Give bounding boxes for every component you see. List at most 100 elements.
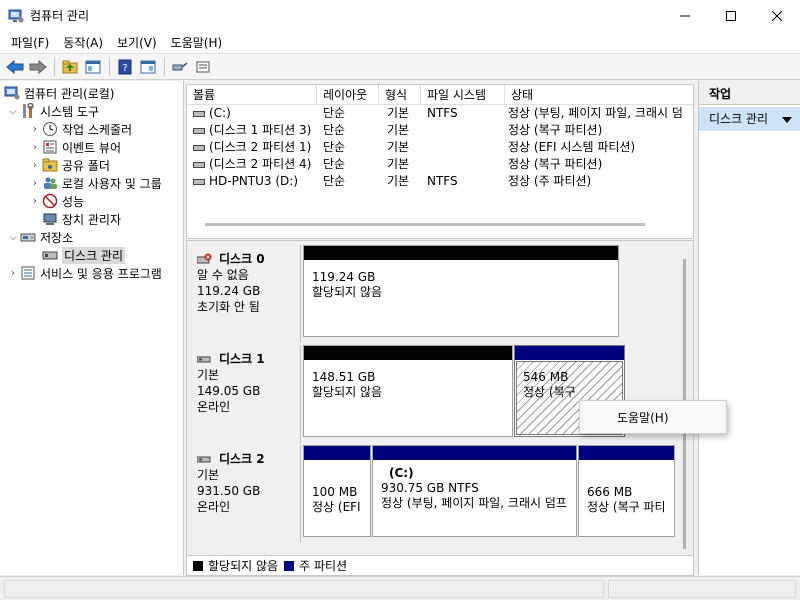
- chevron-right-icon[interactable]: ›: [28, 196, 42, 207]
- up-level-button[interactable]: [59, 56, 81, 78]
- partition-size: 930.75 GB NTFS: [381, 481, 479, 495]
- type-cell: 기본: [387, 174, 410, 188]
- chevron-right-icon[interactable]: ›: [28, 124, 42, 135]
- volume-name-cell: (C:): [193, 105, 317, 122]
- partition-unallocated[interactable]: 148.51 GB 할당되지 않음: [303, 345, 513, 437]
- tree-item-device-manager[interactable]: 장치 관리자: [42, 210, 121, 228]
- tree-item-performance[interactable]: › 성능: [28, 192, 84, 210]
- properties-button[interactable]: [192, 56, 214, 78]
- layout-cell: 단순: [323, 123, 346, 137]
- forward-arrow-icon: [29, 59, 47, 74]
- legend-label: 할당되지 않음: [208, 559, 279, 573]
- chevron-right-icon[interactable]: ›: [6, 268, 20, 279]
- table-row[interactable]: (C:) 단순 기본 NTFS 정상 (부팅, 페이지 파일, 크래시 덤: [187, 105, 693, 122]
- tree-item-label: 장치 관리자: [62, 212, 122, 227]
- tree-item-system-tools[interactable]: ⌵ 시스템 도구: [6, 102, 99, 120]
- users-icon: [42, 175, 58, 191]
- volume-name-cell: (디스크 2 파티션 4): [193, 156, 317, 173]
- partition-body: (C:) 930.75 GB NTFS 정상 (부팅, 페이지 파일, 크래시 …: [375, 462, 574, 534]
- table-row[interactable]: (디스크 2 파티션 4) 단순 기본 정상 (복구 파티션): [187, 156, 693, 173]
- device-manager-icon: [42, 211, 58, 227]
- table-row[interactable]: HD-PNTU3 (D:) 단순 기본 NTFS 정상 (주 파티션): [187, 173, 693, 190]
- connect-button[interactable]: [169, 56, 191, 78]
- disk-icon: [197, 453, 213, 465]
- chevron-right-icon[interactable]: ›: [28, 160, 42, 171]
- event-viewer-icon: [42, 139, 58, 155]
- tree-item-root[interactable]: 컴퓨터 관리(로컬): [4, 84, 114, 102]
- partition-recovery[interactable]: 666 MB 정상 (복구 파티: [578, 445, 675, 537]
- partition-body: 100 MB 정상 (EFI: [306, 462, 368, 534]
- tree-item-local-users[interactable]: › 로컬 사용자 및 그룹: [28, 174, 162, 192]
- partition-status: 할당되지 않음: [312, 385, 383, 399]
- menu-help[interactable]: 도움말(H): [164, 32, 230, 53]
- minimize-button[interactable]: [662, 0, 708, 31]
- folder-up-icon: [62, 60, 78, 73]
- minimize-icon: [680, 15, 690, 16]
- chevron-right-icon[interactable]: ›: [28, 142, 42, 153]
- maximize-button[interactable]: [708, 0, 754, 31]
- disk-row-2[interactable]: 디스크 2 기본 931.50 GB 온라인 100 MB 정상 (EFI (C…: [187, 445, 679, 543]
- tree-item-disk-management[interactable]: 디스크 관리: [42, 246, 126, 264]
- title-bar: 컴퓨터 관리: [0, 0, 800, 31]
- column-header-volume[interactable]: 볼륨: [187, 85, 317, 105]
- column-header-layout[interactable]: 레이아웃: [317, 85, 379, 105]
- disk-name: 디스크 1: [197, 351, 300, 367]
- horizontal-scrollbar[interactable]: [205, 223, 645, 226]
- volume-name: (디스크 2 파티션 4): [209, 157, 312, 171]
- disk-row-0[interactable]: 디스크 0 알 수 없음 119.24 GB 초기화 안 됨 119.24 GB…: [187, 245, 679, 343]
- partition-status: 정상 (EFI: [312, 500, 361, 514]
- partition-status: 할당되지 않음: [312, 285, 383, 299]
- status-segment: [4, 580, 604, 598]
- action-disk-management[interactable]: 디스크 관리: [699, 107, 800, 131]
- disk-label[interactable]: 디스크 2 기본 931.50 GB 온라인: [187, 445, 301, 543]
- volume-name: HD-PNTU3 (D:): [209, 174, 299, 188]
- primary-partition-bar: [373, 446, 576, 460]
- menu-view[interactable]: 보기(V): [110, 32, 164, 53]
- disk-error-icon: [197, 253, 213, 265]
- tree-item-task-scheduler[interactable]: › 작업 스케줄러: [28, 120, 132, 138]
- column-header-type[interactable]: 형식: [379, 85, 421, 105]
- clock-icon: [42, 121, 58, 137]
- close-button[interactable]: [754, 0, 800, 31]
- partition-unallocated[interactable]: 119.24 GB 할당되지 않음: [303, 245, 619, 337]
- navigation-tree: 컴퓨터 관리(로컬) ⌵ 시스템 도구 › 작업 스케줄러 › 이벤트 뷰어 ›…: [0, 81, 184, 575]
- disk-management-icon: [42, 247, 58, 263]
- show-hide-tree-button[interactable]: [82, 56, 104, 78]
- chevron-right-icon[interactable]: ›: [28, 178, 42, 189]
- layout-cell: 단순: [323, 140, 346, 154]
- toolbar-separator: [109, 57, 110, 76]
- partition-c-drive[interactable]: (C:) 930.75 GB NTFS 정상 (부팅, 페이지 파일, 크래시 …: [372, 445, 577, 537]
- table-row[interactable]: (디스크 2 파티션 1) 단순 기본 정상 (EFI 시스템 파티션): [187, 139, 693, 156]
- tree-item-services[interactable]: › 서비스 및 응용 프로그램: [6, 264, 162, 282]
- volume-icon: [193, 110, 205, 117]
- svg-text:?: ?: [122, 63, 127, 74]
- volume-name-cell: (디스크 2 파티션 1): [193, 139, 317, 156]
- disk-name: 디스크 0: [197, 251, 300, 267]
- context-menu-help[interactable]: 도움말(H): [584, 407, 722, 429]
- show-hide-action-pane-button[interactable]: [137, 56, 159, 78]
- tree-item-event-viewer[interactable]: › 이벤트 뷰어: [28, 138, 121, 156]
- chevron-down-icon[interactable]: ⌵: [6, 106, 20, 117]
- tree-item-shared-folders[interactable]: › 공유 폴더: [28, 156, 110, 174]
- actions-pane: 작업 디스크 관리: [698, 81, 800, 575]
- partition-efi[interactable]: 100 MB 정상 (EFI: [303, 445, 371, 537]
- menu-file[interactable]: 파일(F): [4, 32, 56, 53]
- tree-item-storage[interactable]: ⌵ 저장소: [6, 228, 73, 246]
- table-row[interactable]: (디스크 1 파티션 3) 단순 기본 정상 (복구 파티션): [187, 122, 693, 139]
- partition-size: 100 MB: [312, 485, 358, 499]
- help-button[interactable]: ?: [114, 56, 136, 78]
- back-button[interactable]: [4, 56, 26, 78]
- status-cell: 정상 (복구 파티션): [508, 157, 603, 171]
- layout-cell: 단순: [323, 106, 346, 120]
- toolbar-separator: [54, 57, 55, 76]
- forward-button[interactable]: [27, 56, 49, 78]
- disk-label[interactable]: 디스크 0 알 수 없음 119.24 GB 초기화 안 됨: [187, 245, 301, 343]
- properties-icon: [196, 61, 210, 72]
- context-menu: 도움말(H): [579, 400, 727, 434]
- menu-action[interactable]: 동작(A): [56, 32, 110, 53]
- disk-label[interactable]: 디스크 1 기본 149.05 GB 온라인: [187, 345, 301, 443]
- column-header-status[interactable]: 상태: [505, 85, 695, 105]
- primary-partition-bar: [515, 346, 624, 360]
- column-header-filesystem[interactable]: 파일 시스템: [421, 85, 505, 105]
- chevron-down-icon[interactable]: ⌵: [6, 232, 20, 243]
